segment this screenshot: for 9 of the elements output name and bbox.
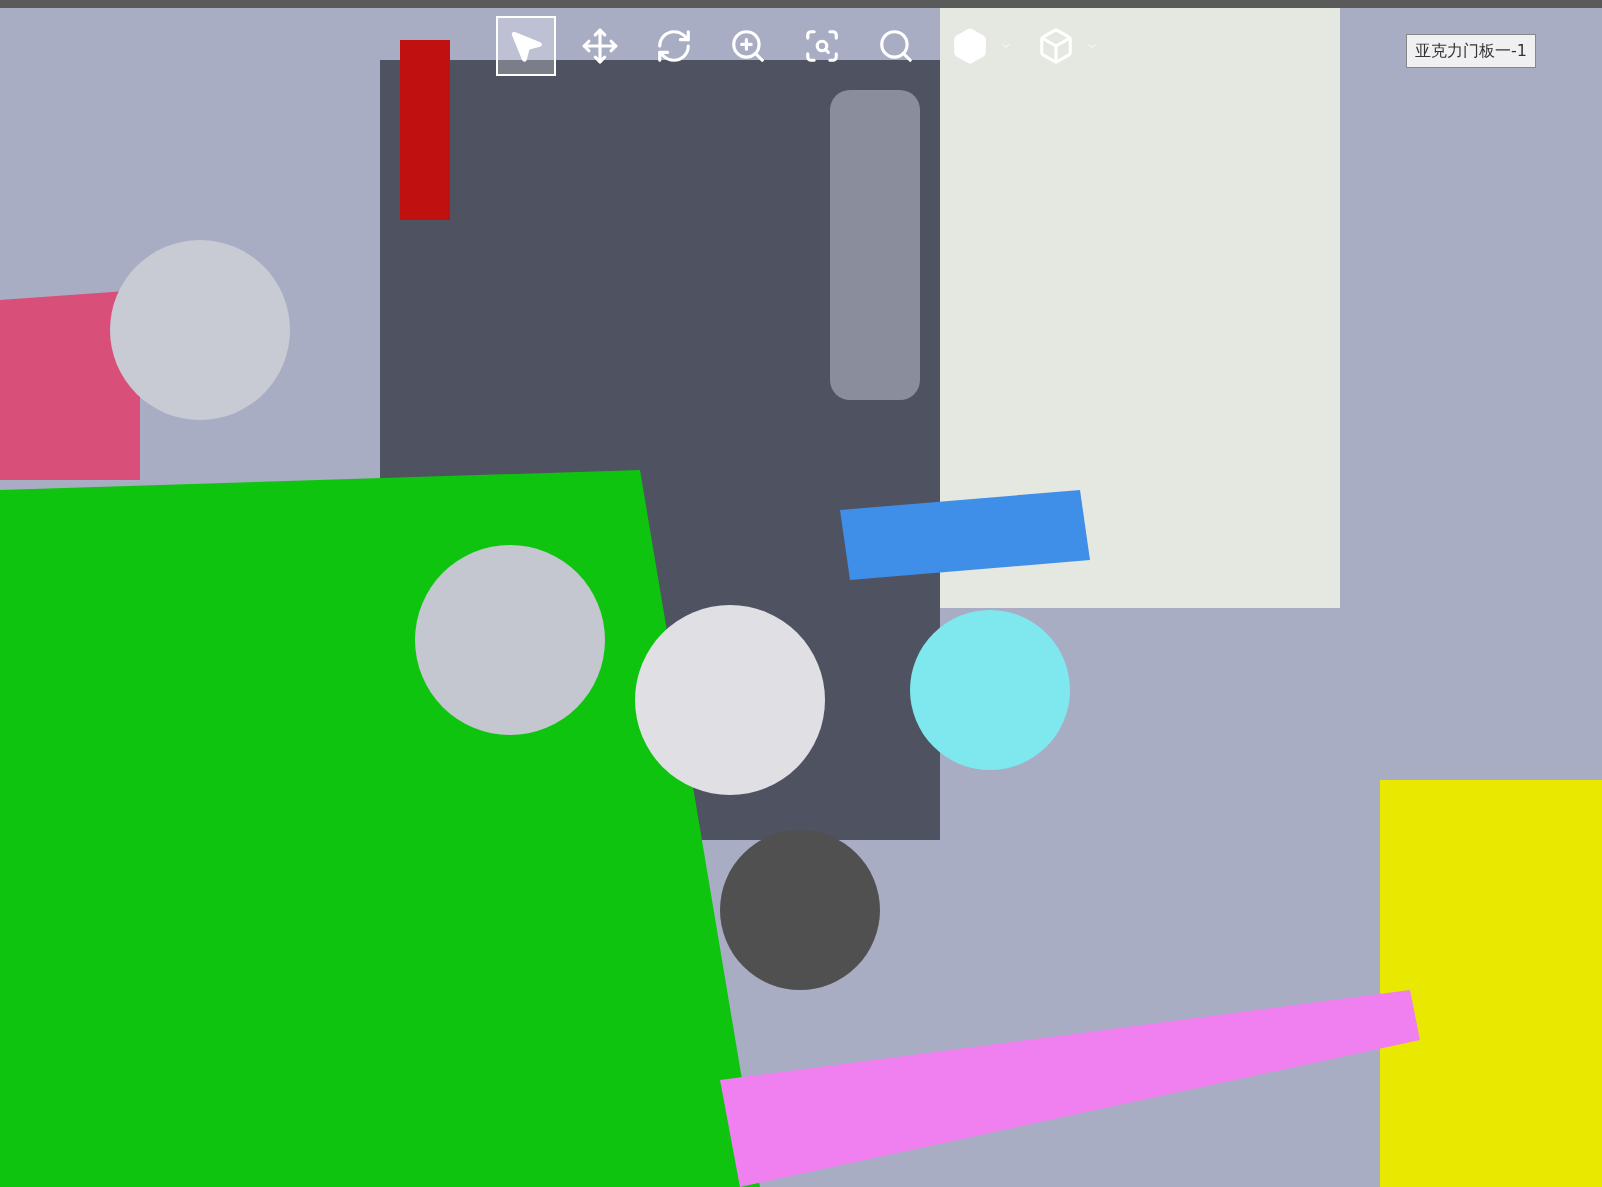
cube-icon bbox=[1037, 27, 1075, 65]
select-tool-button[interactable] bbox=[496, 16, 556, 76]
solid-cube-icon bbox=[951, 27, 989, 65]
rotate-icon bbox=[655, 27, 693, 65]
magnifier-icon bbox=[877, 27, 915, 65]
zoom-icon bbox=[729, 27, 767, 65]
component-label: 亚克力门板一-1 bbox=[1406, 34, 1536, 68]
zoom-area-icon bbox=[803, 27, 841, 65]
move-arrows-icon bbox=[581, 27, 619, 65]
